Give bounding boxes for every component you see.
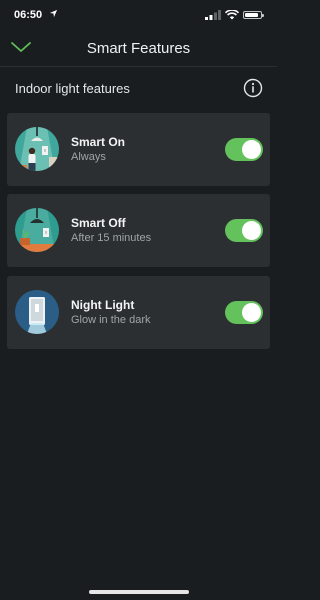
toggle-knob: [242, 140, 261, 159]
cellular-signal-icon: [205, 10, 221, 20]
status-time: 06:50: [14, 9, 43, 21]
feature-title: Smart Off: [71, 216, 126, 230]
status-indicators: [205, 10, 265, 20]
info-icon[interactable]: [243, 78, 263, 98]
feature-card-smart-off: Smart Off After 15 minutes: [7, 194, 270, 267]
feature-card-smart-on: Smart On Always: [7, 113, 270, 186]
feature-subtitle: Glow in the dark: [71, 314, 151, 326]
location-arrow-icon: [49, 9, 58, 18]
smart-off-illustration-icon: [15, 208, 59, 252]
home-indicator[interactable]: [89, 590, 189, 594]
feature-subtitle: Always: [71, 151, 106, 163]
nav-bar: Smart Features: [0, 32, 277, 64]
smart-off-toggle[interactable]: [225, 219, 263, 242]
night-light-toggle[interactable]: [225, 301, 263, 324]
status-bar: 06:50: [0, 0, 277, 30]
feature-title: Night Light: [71, 298, 135, 312]
smart-on-toggle[interactable]: [225, 138, 263, 161]
section-title: Indoor light features: [15, 81, 130, 96]
feature-card-night-light: Night Light Glow in the dark: [7, 276, 270, 349]
toggle-knob: [242, 303, 261, 322]
toggle-knob: [242, 221, 261, 240]
smart-on-illustration-icon: [15, 127, 59, 171]
chevron-down-icon: [11, 42, 31, 52]
wifi-icon: [225, 10, 239, 20]
feature-subtitle: After 15 minutes: [71, 232, 152, 244]
battery-icon: [243, 11, 264, 19]
header-divider: [0, 66, 277, 67]
page-title: Smart Features: [86, 40, 191, 57]
night-light-illustration-icon: [15, 290, 59, 334]
back-button[interactable]: [8, 36, 34, 58]
feature-title: Smart On: [71, 135, 126, 149]
